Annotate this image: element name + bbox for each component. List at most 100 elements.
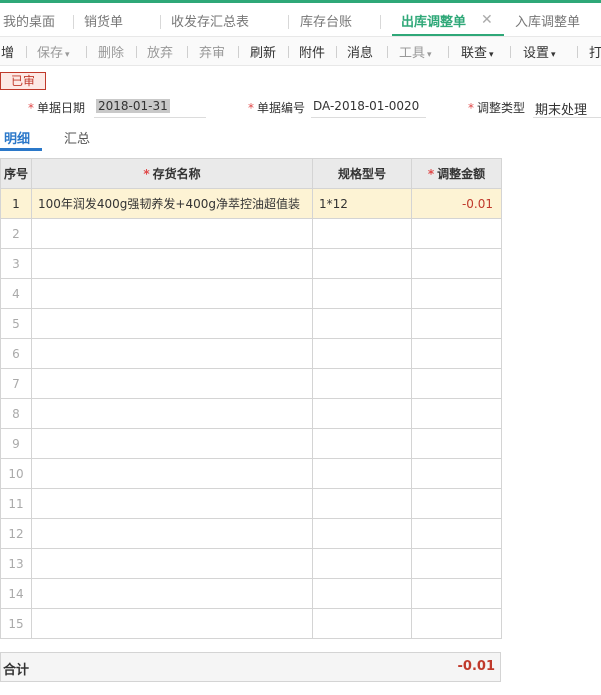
item-name-cell[interactable] xyxy=(31,278,313,309)
tools-menu[interactable]: 工具 ▾ xyxy=(399,42,432,61)
spec-cell[interactable] xyxy=(312,218,412,249)
toolbar-separator xyxy=(288,46,289,58)
amount-cell[interactable] xyxy=(411,458,502,489)
table-row[interactable]: 7 xyxy=(0,368,502,399)
table-row[interactable]: 1 100年润发400g强韧养发+400g净萃控油超值装 1*12 -0.01 xyxy=(0,188,502,219)
refresh-button[interactable]: 刷新 xyxy=(250,42,276,61)
spec-cell[interactable] xyxy=(312,428,412,459)
row-index-cell: 13 xyxy=(0,548,32,579)
amount-cell[interactable] xyxy=(411,548,502,579)
amount-cell[interactable] xyxy=(411,488,502,519)
item-name-cell[interactable] xyxy=(31,608,313,639)
attachment-button[interactable]: 附件 xyxy=(299,42,325,61)
spec-cell[interactable] xyxy=(312,368,412,399)
tab-detail[interactable]: 明细 xyxy=(4,128,30,147)
table-row[interactable]: 13 xyxy=(0,548,502,579)
table-row[interactable]: 6 xyxy=(0,338,502,369)
detail-tab-indicator xyxy=(0,148,42,151)
amount-cell[interactable] xyxy=(411,518,502,549)
table-row[interactable]: 15 xyxy=(0,608,502,639)
tab-stock-ledger[interactable]: 库存台账 xyxy=(300,11,352,33)
amount-cell[interactable] xyxy=(411,608,502,639)
spec-cell[interactable] xyxy=(312,608,412,639)
table-row[interactable]: 3 xyxy=(0,248,502,279)
amount-cell[interactable] xyxy=(411,308,502,339)
number-label-text: 单据编号 xyxy=(257,101,306,115)
amount-cell[interactable] xyxy=(411,368,502,399)
item-name-cell[interactable] xyxy=(31,398,313,429)
date-field[interactable]: 2018-01-31 xyxy=(94,98,206,118)
print-button[interactable]: 打 xyxy=(589,42,601,61)
spec-cell[interactable] xyxy=(312,548,412,579)
table-row[interactable]: 9 xyxy=(0,428,502,459)
amount-cell[interactable] xyxy=(411,578,502,609)
item-name-cell[interactable] xyxy=(31,488,313,519)
spec-cell[interactable] xyxy=(312,248,412,279)
spec-cell[interactable] xyxy=(312,308,412,339)
table-row[interactable]: 2 xyxy=(0,218,502,249)
column-header-spec[interactable]: 规格型号 xyxy=(312,158,412,189)
table-row[interactable]: 4 xyxy=(0,278,502,309)
toolbar: 增 保存 ▾ 删除 放弃 弃审 刷新 附件 消息 工具 ▾ 联查 ▾ 设置 ▾ 打 xyxy=(0,36,601,66)
amount-cell[interactable] xyxy=(411,248,502,279)
spec-cell[interactable] xyxy=(312,458,412,489)
new-button[interactable]: 增 xyxy=(1,42,14,61)
delete-button[interactable]: 删除 xyxy=(98,42,124,61)
table-row[interactable]: 12 xyxy=(0,518,502,549)
item-name-cell[interactable] xyxy=(31,578,313,609)
item-name-cell[interactable] xyxy=(31,368,313,399)
save-button[interactable]: 保存 ▾ xyxy=(37,42,70,61)
close-icon[interactable]: ✕ xyxy=(481,12,493,28)
item-name-cell[interactable] xyxy=(31,248,313,279)
item-name-cell[interactable] xyxy=(31,338,313,369)
amount-cell[interactable] xyxy=(411,398,502,429)
type-field[interactable]: 期末处理 xyxy=(533,98,601,118)
required-mark: * xyxy=(427,167,435,181)
unaudit-button[interactable]: 弃审 xyxy=(199,42,225,61)
chevron-down-icon: ▾ xyxy=(489,50,494,60)
tab-inventory-summary[interactable]: 收发存汇总表 xyxy=(171,11,249,33)
tab-summary[interactable]: 汇总 xyxy=(64,128,90,147)
tab-sales-order[interactable]: 销货单 xyxy=(84,11,123,33)
tools-label: 工具 xyxy=(399,46,426,61)
table-row[interactable]: 14 xyxy=(0,578,502,609)
item-name-cell[interactable] xyxy=(31,428,313,459)
amount-cell[interactable] xyxy=(411,428,502,459)
spec-cell[interactable] xyxy=(312,398,412,429)
amount-cell[interactable]: -0.01 xyxy=(411,188,502,219)
grid-header-row: 序号 * 存货名称 规格型号 * 调整金额 xyxy=(0,158,502,189)
column-header-amount[interactable]: * 调整金额 xyxy=(411,158,502,189)
item-name-cell[interactable] xyxy=(31,548,313,579)
spec-cell[interactable] xyxy=(312,578,412,609)
tab-inbound-adjustment[interactable]: 入库调整单 xyxy=(515,11,580,33)
number-field[interactable]: DA-2018-01-0020 xyxy=(311,98,426,118)
amount-cell[interactable] xyxy=(411,338,502,369)
spec-cell[interactable] xyxy=(312,518,412,549)
spec-cell[interactable] xyxy=(312,278,412,309)
item-name-cell[interactable] xyxy=(31,518,313,549)
number-label: * 单据编号 xyxy=(248,99,305,116)
amount-cell[interactable] xyxy=(411,218,502,249)
query-menu[interactable]: 联查 ▾ xyxy=(461,42,494,61)
item-name-cell[interactable]: 100年润发400g强韧养发+400g净萃控油超值装 xyxy=(31,188,313,219)
number-value: DA-2018-01-0020 xyxy=(313,99,420,113)
table-row[interactable]: 8 xyxy=(0,398,502,429)
spec-cell[interactable] xyxy=(312,338,412,369)
table-row[interactable]: 10 xyxy=(0,458,502,489)
discard-button[interactable]: 放弃 xyxy=(147,42,173,61)
table-row[interactable]: 11 xyxy=(0,488,502,519)
message-button[interactable]: 消息 xyxy=(347,42,373,61)
spec-cell[interactable]: 1*12 xyxy=(312,188,412,219)
toolbar-separator xyxy=(448,46,449,58)
item-name-cell[interactable] xyxy=(31,308,313,339)
settings-menu[interactable]: 设置 ▾ xyxy=(523,42,556,61)
row-index-cell: 4 xyxy=(0,278,32,309)
item-name-cell[interactable] xyxy=(31,218,313,249)
amount-cell[interactable] xyxy=(411,278,502,309)
item-name-cell[interactable] xyxy=(31,458,313,489)
table-row[interactable]: 5 xyxy=(0,308,502,339)
tab-my-desktop[interactable]: 我的桌面 xyxy=(3,11,55,33)
column-header-name[interactable]: * 存货名称 xyxy=(31,158,313,189)
tab-outbound-adjustment[interactable]: 出库调整单 xyxy=(401,11,466,33)
spec-cell[interactable] xyxy=(312,488,412,519)
